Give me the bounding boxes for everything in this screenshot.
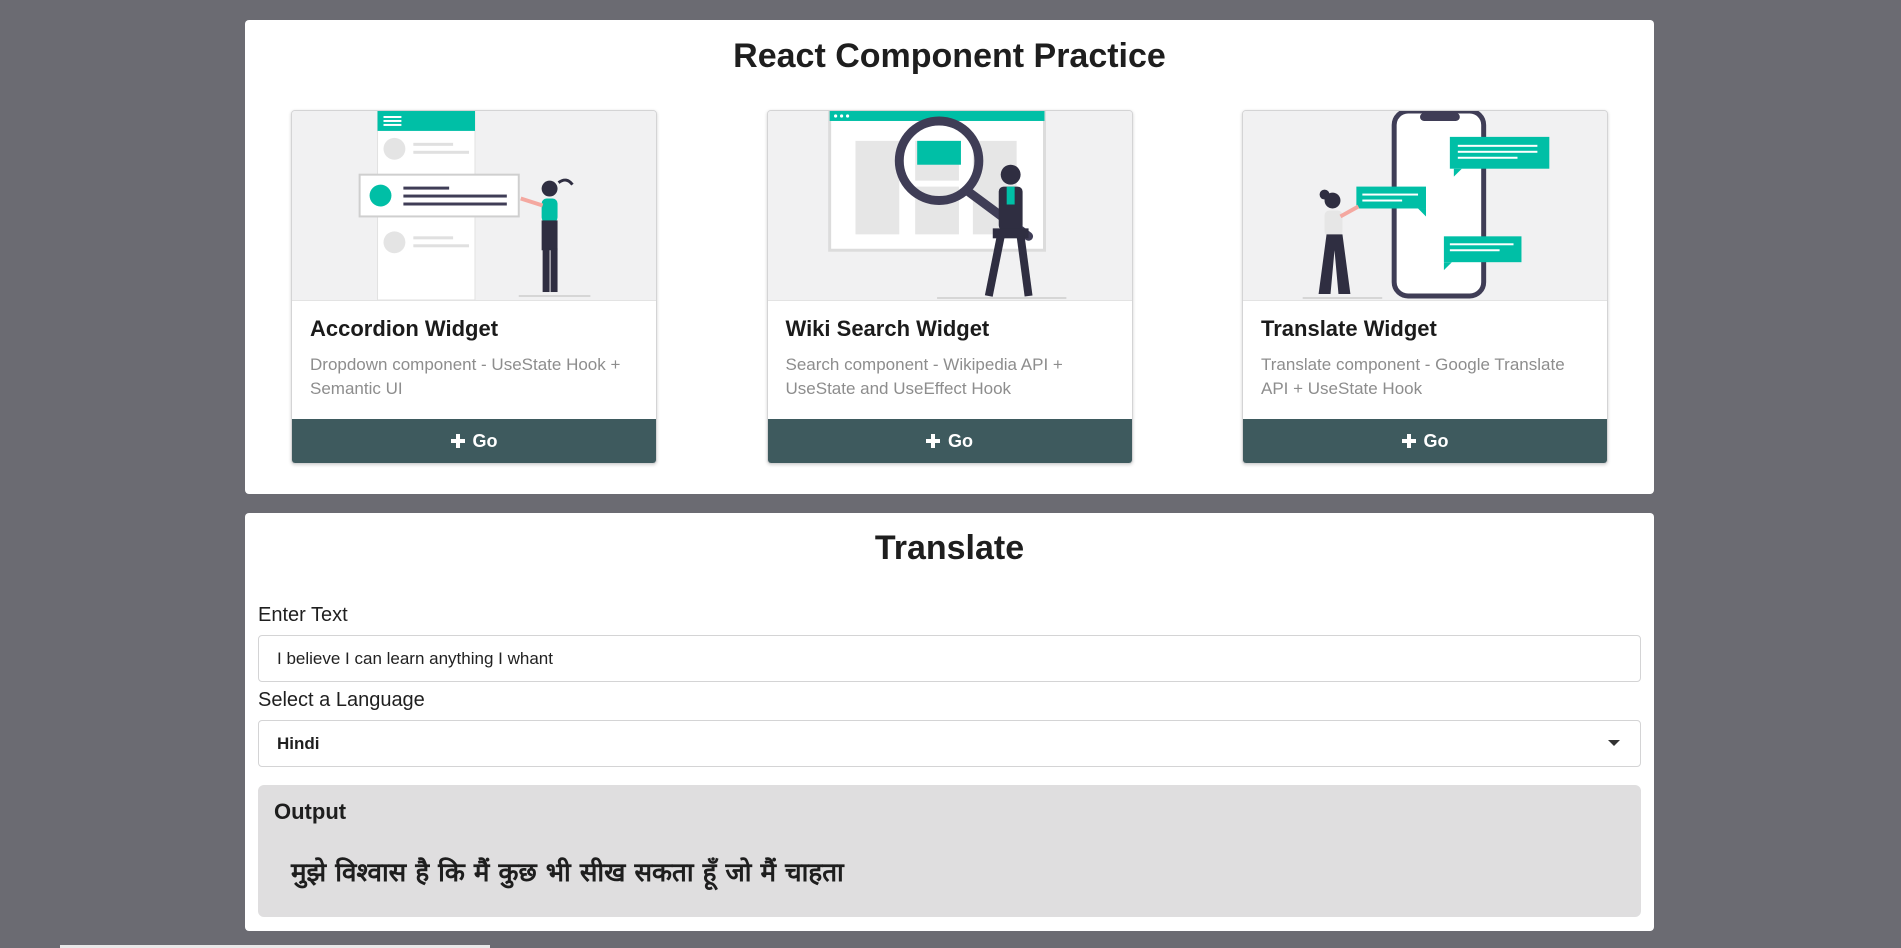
search-illustration bbox=[767, 111, 1132, 301]
card-content: Translate Widget Translate component - G… bbox=[1243, 301, 1607, 419]
go-button[interactable]: Go bbox=[292, 419, 656, 463]
card-description: Search component - Wikipedia API + UseSt… bbox=[785, 355, 1063, 398]
text-input[interactable]: I believe I can learn anything I whant bbox=[258, 635, 1641, 682]
card-description: Translate component - Google Translate A… bbox=[1261, 355, 1565, 398]
card-wiki-search: Wiki Search Widget Search component - Wi… bbox=[766, 110, 1133, 464]
go-button[interactable]: Go bbox=[1243, 419, 1607, 463]
language-selected-value: Hindi bbox=[277, 734, 320, 753]
practice-panel: React Component Practice Accordion Widge… bbox=[245, 20, 1654, 494]
card-accordion: Accordion Widget Dropdown component - Us… bbox=[291, 110, 657, 464]
output-text: मुझे विश्वास है कि मैं कुछ भी सीख सकता ह… bbox=[291, 858, 844, 888]
search-illustration-svg bbox=[767, 111, 1132, 300]
card-content: Accordion Widget Dropdown component - Us… bbox=[292, 301, 656, 419]
translate-title: Translate bbox=[874, 529, 1025, 567]
card-title: Translate Widget bbox=[1261, 316, 1437, 341]
card-content: Wiki Search Widget Search component - Wi… bbox=[768, 301, 1132, 419]
go-button-label: Go bbox=[948, 430, 973, 451]
chat-illustration-svg bbox=[1243, 111, 1607, 300]
accordion-illustration-svg bbox=[292, 111, 656, 300]
language-label: Select a Language bbox=[258, 689, 425, 711]
plus-icon bbox=[926, 434, 940, 448]
output-title: Output bbox=[274, 799, 347, 824]
accordion-illustration bbox=[292, 111, 656, 301]
go-button-label: Go bbox=[1423, 430, 1449, 451]
card-translate: Translate Widget Translate component - G… bbox=[1242, 110, 1608, 464]
output-box: Output मुझे विश्वास है कि मैं कुछ भी सीख… bbox=[258, 785, 1641, 917]
go-button-label: Go bbox=[472, 430, 498, 451]
page-title: React Component Practice bbox=[733, 37, 1166, 75]
plus-icon bbox=[450, 434, 465, 448]
plus-icon bbox=[1401, 434, 1416, 448]
go-button[interactable]: Go bbox=[767, 419, 1132, 463]
card-description: Dropdown component - UseState Hook + Sem… bbox=[310, 355, 621, 398]
card-title: Wiki Search Widget bbox=[785, 316, 990, 341]
page: React Component Practice Accordion Widge… bbox=[0, 0, 1901, 948]
card-list: Accordion Widget Dropdown component - Us… bbox=[291, 110, 1608, 464]
translate-panel: Translate Enter Text I believe I can lea… bbox=[245, 513, 1654, 931]
card-title: Accordion Widget bbox=[310, 316, 499, 341]
language-select[interactable]: Hindi bbox=[258, 720, 1641, 767]
enter-text-label: Enter Text bbox=[258, 604, 348, 626]
chat-illustration bbox=[1243, 111, 1607, 301]
caret-down-icon bbox=[1608, 740, 1620, 746]
